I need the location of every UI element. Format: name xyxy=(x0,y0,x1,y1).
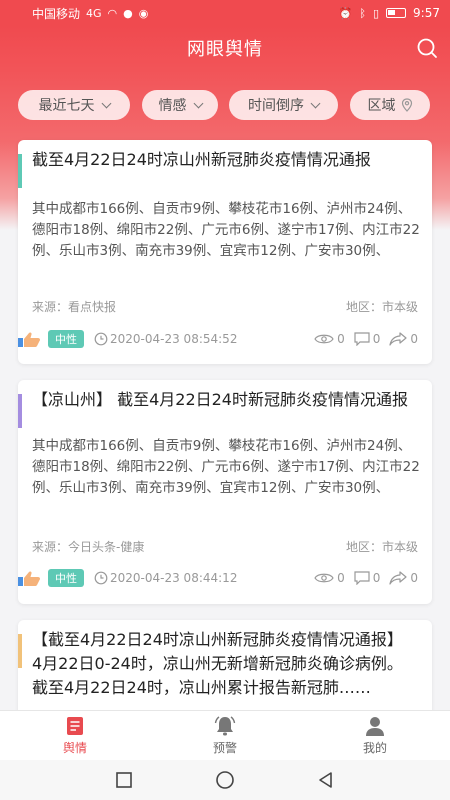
filter-sort[interactable]: 时间倒序 xyxy=(229,90,338,120)
chevron-down-icon xyxy=(101,98,111,108)
news-icon xyxy=(67,717,83,735)
nav-label-profile: 我的 xyxy=(362,741,387,755)
clock: 9:57 xyxy=(413,6,440,20)
news-card[interactable]: 截至4月22日24时凉山州新冠肺炎疫情情况通报 其中成都市166例、自贡市9例、… xyxy=(18,140,432,364)
eye-icon xyxy=(314,334,334,344)
card-meta: 来源：看点快报 地区：市本级 xyxy=(32,298,418,315)
signal-icon: 4G xyxy=(86,6,102,20)
search-icon[interactable] xyxy=(416,37,438,59)
card-time: 2020-04-23 08:44:12 xyxy=(94,571,237,585)
comment-count: 0 xyxy=(372,571,381,585)
nav-item-news[interactable]: 舆情 xyxy=(0,711,150,760)
clock-icon xyxy=(94,332,108,346)
share-icon[interactable] xyxy=(389,571,407,585)
nav-item-alerts[interactable]: 预警 xyxy=(150,711,300,760)
card-summary: 其中成都市166例、自贡市9例、攀枝花市16例、泸州市24例、德阳市18例、绵阳… xyxy=(32,438,420,496)
view-count: 0 xyxy=(337,332,345,346)
nav-label-news: 舆情 xyxy=(62,741,87,755)
share-count: 0 xyxy=(410,571,418,585)
filter-sort-label: 时间倒序 xyxy=(248,98,304,114)
card-region: 地区：市本级 xyxy=(345,300,418,314)
alarm-icon: ⏰ xyxy=(338,6,353,20)
comment-count: 0 xyxy=(372,332,381,346)
carrier-label: 中国移动 xyxy=(32,6,81,21)
filter-date-range[interactable]: 最近七天 xyxy=(18,90,130,120)
card-counts: 0 0 0 xyxy=(314,571,418,585)
vibrate-icon: ▯ xyxy=(372,6,380,20)
sentiment-badge: 中性 xyxy=(48,569,84,587)
card-source: 来源：看点快报 xyxy=(32,300,117,314)
comment-icon[interactable] xyxy=(354,332,370,346)
card-time: 2020-04-23 08:54:52 xyxy=(94,332,237,346)
back-icon[interactable] xyxy=(316,770,336,790)
card-region: 地区：市本级 xyxy=(345,540,418,554)
app-header: 网眼舆情 xyxy=(0,26,450,70)
thumbs-up-icon[interactable] xyxy=(18,570,44,586)
card-stats: 中性 2020-04-23 08:54:52 0 0 0 xyxy=(18,329,418,349)
filter-sentiment[interactable]: 情感 xyxy=(142,90,218,120)
eye-icon xyxy=(314,573,334,583)
card-accent-bar xyxy=(18,154,22,188)
bluetooth-icon: ᛒ xyxy=(359,6,366,20)
card-summary: 其中成都市166例、自贡市9例、攀枝花市16例、泸州市24例、德阳市18例、绵阳… xyxy=(32,201,420,259)
view-count: 0 xyxy=(337,571,345,585)
card-time-label: 2020-04-23 08:54:52 xyxy=(110,332,238,346)
bottom-nav: 舆情 预警 我的 xyxy=(0,710,450,760)
card-stats: 中性 2020-04-23 08:44:12 0 0 0 xyxy=(18,568,418,588)
battery-icon xyxy=(386,8,407,18)
share-icon[interactable] xyxy=(389,332,407,346)
status-bar: 中国移动 4G ◠ ● ◉ ⏰ ᛒ ▯ 9:57 xyxy=(0,0,450,26)
card-title: 【截至4月22日24时凉山州新冠肺炎疫情情况通报】 4月22日0-24时，凉山州… xyxy=(32,630,403,697)
user-icon xyxy=(366,717,384,736)
card-counts: 0 0 0 xyxy=(314,332,418,346)
card-time-label: 2020-04-23 08:44:12 xyxy=(110,571,238,585)
system-nav-bar xyxy=(0,760,450,800)
news-card[interactable]: 【凉山州】 截至4月22日24时新冠肺炎疫情情况通报 其中成都市166例、自贡市… xyxy=(18,380,432,604)
card-title: 截至4月22日24时凉山州新冠肺炎疫情情况通报 xyxy=(32,150,371,169)
home-icon[interactable] xyxy=(214,769,236,791)
nav-label-alerts: 预警 xyxy=(212,741,237,755)
location-pin-icon xyxy=(401,98,412,112)
filter-region[interactable]: 区域 xyxy=(350,90,430,120)
filter-sentiment-label: 情感 xyxy=(158,98,187,114)
wechat-icon: ● xyxy=(123,6,133,20)
message-icon: ◉ xyxy=(138,6,149,20)
card-meta: 来源：今日头条-健康 地区：市本级 xyxy=(32,538,418,555)
sentiment-badge: 中性 xyxy=(48,330,84,348)
card-accent-bar xyxy=(18,634,22,668)
wifi-icon: ◠ xyxy=(107,6,118,20)
filter-region-label: 区域 xyxy=(367,98,396,114)
thumbs-up-icon[interactable] xyxy=(18,331,44,347)
card-source: 来源：今日头条-健康 xyxy=(32,540,145,554)
page-title: 网眼舆情 xyxy=(187,39,263,60)
nav-item-profile[interactable]: 我的 xyxy=(300,711,450,760)
filter-date-range-label: 最近七天 xyxy=(38,98,95,114)
share-count: 0 xyxy=(410,332,418,346)
card-title: 【凉山州】 截至4月22日24时新冠肺炎疫情情况通报 xyxy=(32,390,408,409)
chevron-down-icon xyxy=(193,98,203,108)
filter-bar: 最近七天 情感 时间倒序 区域 xyxy=(0,90,450,120)
bell-icon xyxy=(214,716,236,736)
clock-icon xyxy=(94,571,108,585)
recent-apps-icon[interactable] xyxy=(114,770,134,790)
chevron-down-icon xyxy=(310,98,321,108)
card-accent-bar xyxy=(18,394,22,428)
comment-icon[interactable] xyxy=(354,571,370,585)
